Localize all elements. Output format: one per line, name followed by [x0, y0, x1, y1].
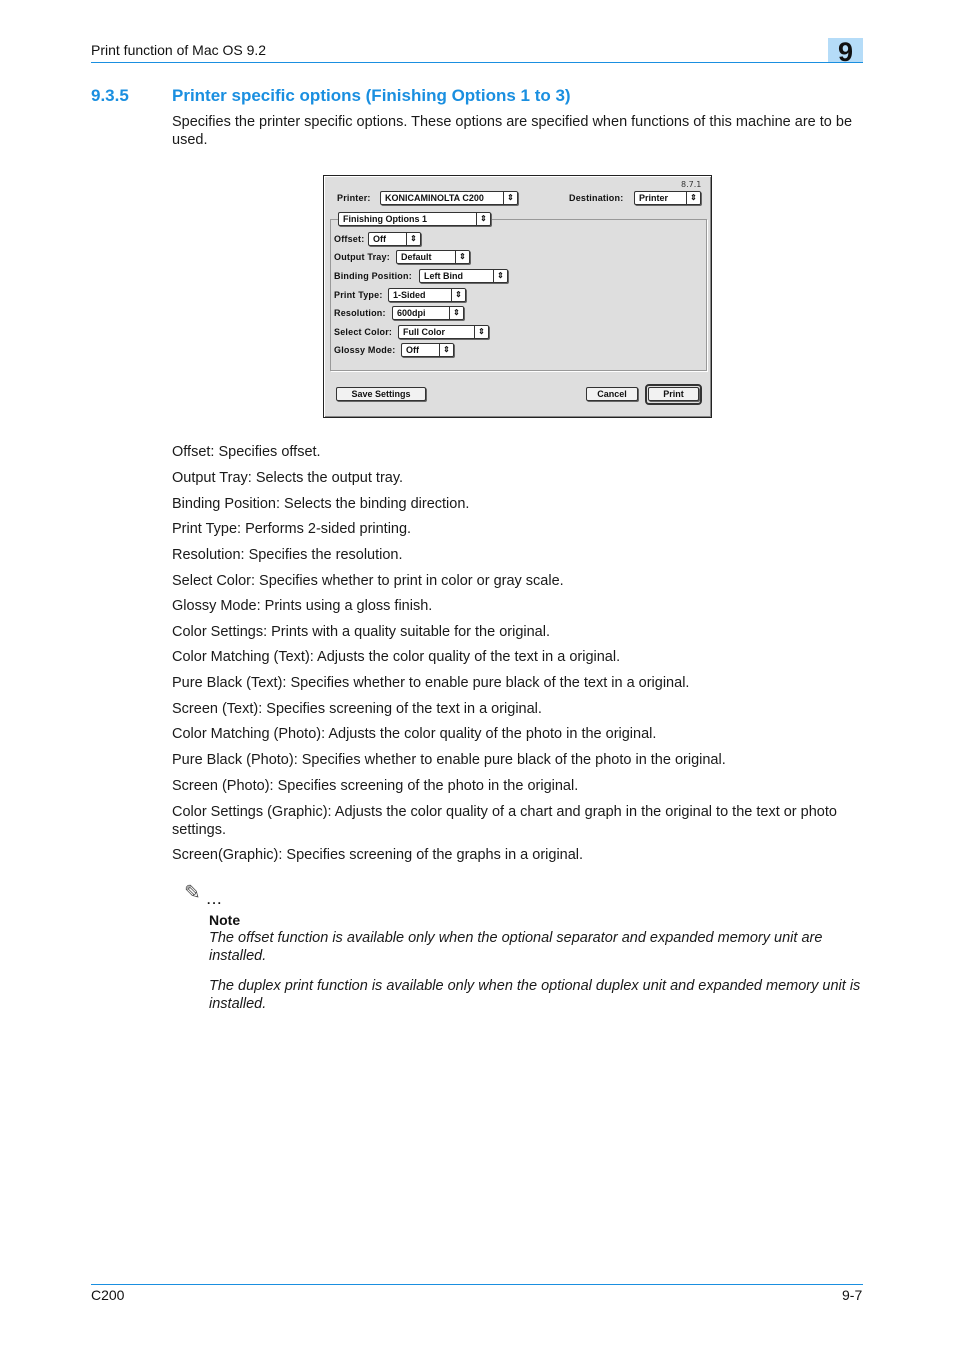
- page-number: 9-7: [842, 1287, 863, 1303]
- description-item: Output Tray: Selects the output tray.: [172, 470, 404, 486]
- note-title: Note: [209, 912, 241, 928]
- offset-label: Offset:: [334, 234, 365, 244]
- description-item: Color Settings (Graphic): Adjusts the co…: [172, 804, 837, 838]
- description-item: Print Type: Performs 2-sided printing.: [172, 521, 412, 537]
- destination-label: Destination:: [569, 193, 624, 203]
- description-item: Offset: Specifies offset.: [172, 444, 321, 460]
- description-item: Screen(Graphic): Specifies screening of …: [172, 847, 584, 863]
- description-item: Screen (Photo): Specifies screening of t…: [172, 778, 579, 794]
- pencil-icon: ✎: [184, 882, 201, 904]
- popup-arrows-icon: ⇕: [406, 233, 420, 245]
- print-button[interactable]: Print: [648, 387, 699, 401]
- resolution-select[interactable]: 600dpi ⇕: [392, 306, 464, 320]
- header-divider: [91, 62, 863, 63]
- note-dots: ...: [207, 893, 224, 907]
- output-tray-label: Output Tray:: [334, 252, 390, 262]
- binding-position-select-value: Left Bind: [424, 271, 463, 281]
- footer-model: C200: [91, 1287, 125, 1303]
- popup-arrows-icon: ⇕: [451, 289, 465, 301]
- save-settings-button[interactable]: Save Settings: [336, 387, 426, 401]
- popup-arrows-icon: ⇕: [449, 307, 463, 319]
- select-color-select[interactable]: Full Color ⇕: [398, 325, 489, 339]
- binding-position-select[interactable]: Left Bind ⇕: [419, 269, 508, 283]
- offset-select[interactable]: Off ⇕: [368, 232, 421, 246]
- glossy-mode-select[interactable]: Off ⇕: [401, 343, 454, 357]
- printer-label: Printer:: [337, 193, 371, 203]
- note-paragraph: The duplex print function is available o…: [209, 978, 861, 1012]
- description-item: Binding Position: Selects the binding di…: [172, 496, 470, 512]
- description-item: Pure Black (Photo): Specifies whether to…: [172, 752, 726, 768]
- running-header: Print function of Mac OS 9.2: [91, 42, 267, 58]
- print-type-label: Print Type:: [334, 290, 383, 300]
- popup-arrows-icon: ⇕: [474, 326, 488, 338]
- note-paragraph: The offset function is available only wh…: [209, 930, 823, 964]
- panel-select[interactable]: Finishing Options 1 ⇕: [338, 212, 491, 226]
- section-number: 9.3.5: [91, 86, 129, 105]
- destination-select-value: Printer: [639, 193, 669, 203]
- destination-select[interactable]: Printer ⇕: [634, 191, 701, 205]
- cancel-button[interactable]: Cancel: [586, 387, 638, 401]
- printer-select-value: KONICAMINOLTA C200: [385, 193, 484, 203]
- printer-select[interactable]: KONICAMINOLTA C200 ⇕: [380, 191, 518, 205]
- description-item: Glossy Mode: Prints using a gloss finish…: [172, 598, 433, 614]
- description-item: Select Color: Specifies whether to print…: [172, 573, 564, 589]
- output-tray-select[interactable]: Default ⇕: [396, 250, 470, 264]
- popup-arrows-icon: ⇕: [476, 213, 490, 225]
- description-item: Pure Black (Text): Specifies whether to …: [172, 675, 690, 691]
- dialog-version: 8.7.1: [681, 180, 702, 189]
- description-item: Resolution: Specifies the resolution.: [172, 547, 403, 563]
- popup-arrows-icon: ⇕: [503, 192, 517, 204]
- popup-arrows-icon: ⇕: [686, 192, 700, 204]
- popup-arrows-icon: ⇕: [493, 270, 507, 282]
- binding-position-label: Binding Position:: [334, 271, 412, 281]
- print-type-select[interactable]: 1-Sided ⇕: [388, 288, 466, 302]
- description-item: Color Matching (Photo): Adjusts the colo…: [172, 726, 657, 742]
- description-item: Color Matching (Text): Adjusts the color…: [172, 649, 621, 665]
- section-title: Printer specific options (Finishing Opti…: [172, 86, 571, 105]
- description-item: Color Settings: Prints with a quality su…: [172, 624, 550, 640]
- output-tray-select-value: Default: [401, 252, 432, 262]
- section-intro: Specifies the printer specific options. …: [172, 114, 853, 148]
- popup-arrows-icon: ⇕: [455, 251, 469, 263]
- description-item: Screen (Text): Specifies screening of th…: [172, 701, 542, 717]
- footer-divider: [91, 1284, 863, 1285]
- print-type-select-value: 1-Sided: [393, 290, 426, 300]
- offset-select-value: Off: [373, 234, 386, 244]
- resolution-label: Resolution:: [334, 308, 386, 318]
- popup-arrows-icon: ⇕: [439, 344, 453, 356]
- glossy-mode-label: Glossy Mode:: [334, 345, 396, 355]
- resolution-select-value: 600dpi: [397, 308, 426, 318]
- select-color-label: Select Color:: [334, 327, 393, 337]
- glossy-mode-select-value: Off: [406, 345, 419, 355]
- panel-select-value: Finishing Options 1: [343, 214, 427, 224]
- select-color-select-value: Full Color: [403, 327, 445, 337]
